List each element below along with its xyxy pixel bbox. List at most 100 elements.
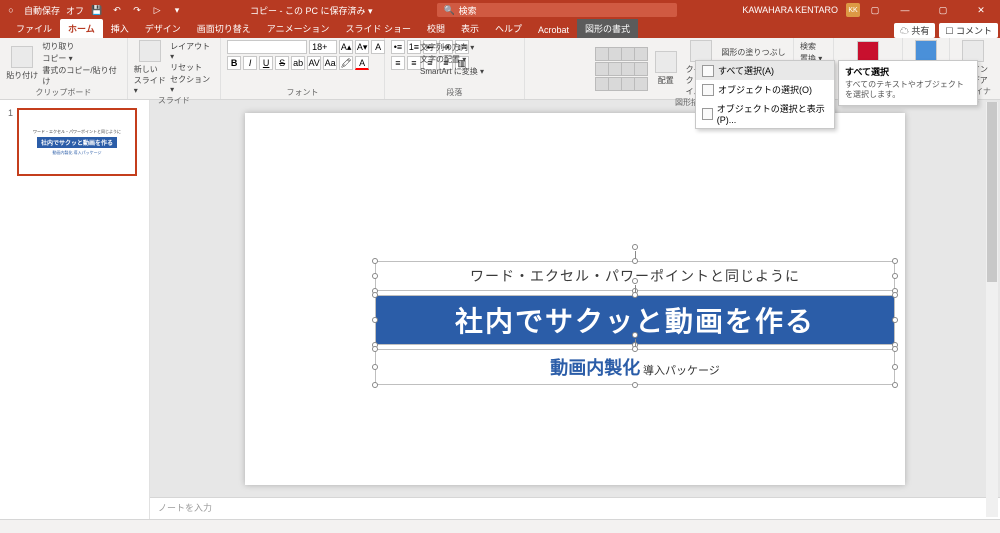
textbox-line3[interactable]: 動画内製化 導入パッケージ — [375, 349, 895, 385]
spacing-button[interactable]: AV — [307, 56, 321, 70]
section-button[interactable]: セクション ▾ — [170, 74, 214, 94]
slide-thumbnail-1[interactable]: ワード・エクセル・パワーポイントと同じように 社内でサクッと動画を作る 動画内製… — [17, 108, 137, 176]
notes-pane[interactable]: ノートを入力 — [150, 497, 1000, 519]
increase-font-icon[interactable]: A▴ — [339, 40, 353, 54]
font-size-select[interactable] — [309, 40, 337, 54]
rotate-handle-icon[interactable] — [632, 278, 638, 284]
menu-select-all[interactable]: すべて選択(A) — [696, 61, 834, 80]
handle-icon[interactable] — [372, 273, 378, 279]
copy-button[interactable]: コピー ▾ — [42, 53, 120, 64]
maximize-button[interactable]: ▢ — [928, 0, 958, 20]
case-button[interactable]: Aa — [323, 56, 337, 70]
search-box[interactable]: 🔍 検索 — [437, 3, 677, 17]
vertical-scrollbar[interactable] — [986, 102, 998, 517]
tab-shape-format[interactable]: 図形の書式 — [577, 19, 638, 38]
align-text-button[interactable]: 文字の配置 ▾ — [420, 54, 484, 65]
minimize-button[interactable]: — — [890, 0, 920, 20]
handle-icon[interactable] — [892, 258, 898, 264]
autosave-state: オフ — [66, 4, 84, 17]
underline-button[interactable]: U — [259, 56, 273, 70]
undo-icon[interactable]: ↶ — [110, 3, 124, 17]
menu-select-objects[interactable]: オブジェクトの選択(O) — [696, 80, 834, 99]
italic-button[interactable]: I — [243, 56, 257, 70]
save-icon[interactable]: 💾 — [90, 3, 104, 17]
tab-insert[interactable]: 挿入 — [103, 19, 137, 38]
handle-icon[interactable] — [372, 346, 378, 352]
user-name[interactable]: KAWAHARA KENTARO — [742, 5, 838, 15]
numbering-button[interactable]: 1≡ — [407, 40, 421, 54]
tab-home[interactable]: ホーム — [60, 19, 103, 38]
text-direction-button[interactable]: 文字列の方向 ▾ — [420, 42, 484, 53]
clear-format-icon[interactable]: A — [371, 40, 385, 54]
layout-button[interactable]: レイアウト ▾ — [170, 41, 214, 61]
handle-icon[interactable] — [892, 273, 898, 279]
tooltip-title: すべて選択 — [845, 65, 971, 78]
bold-button[interactable]: B — [227, 56, 241, 70]
tab-acrobat[interactable]: Acrobat — [530, 22, 577, 38]
handle-icon[interactable] — [892, 317, 898, 323]
share-button[interactable]: ☁ 共有 — [894, 23, 936, 38]
tooltip-body: すべてのテキストやオブジェクトを選択します。 — [845, 80, 971, 101]
tab-transitions[interactable]: 画面切り替え — [189, 19, 259, 38]
handle-icon[interactable] — [372, 317, 378, 323]
redo-icon[interactable]: ↷ — [130, 3, 144, 17]
handle-icon[interactable] — [632, 292, 638, 298]
tab-slideshow[interactable]: スライド ショー — [337, 19, 419, 38]
thumb-line2: 社内でサクッと動画を作る — [37, 137, 117, 148]
handle-icon[interactable] — [892, 382, 898, 388]
tab-animations[interactable]: アニメーション — [259, 19, 338, 38]
tab-help[interactable]: ヘルプ — [487, 19, 530, 38]
slide-edit-area[interactable]: ワード・エクセル・パワーポイントと同じように 社内でサクッと動画を作る — [150, 100, 1000, 519]
ribbon-tabs: ファイル ホーム 挿入 デザイン 画面切り替え アニメーション スライド ショー… — [0, 20, 1000, 38]
thumb-number: 1 — [8, 108, 13, 176]
handle-icon[interactable] — [632, 382, 638, 388]
align-center-icon[interactable]: ≡ — [407, 56, 421, 70]
highlight-button[interactable]: 🖍 — [339, 56, 353, 70]
qat-more-icon[interactable]: ▾ — [170, 3, 184, 17]
selected-shapes-group[interactable]: ワード・エクセル・パワーポイントと同じように 社内でサクッと動画を作る — [375, 261, 895, 389]
new-slide-button[interactable]: 新しい スライド ▾ — [134, 40, 166, 95]
handle-icon[interactable] — [892, 292, 898, 298]
user-avatar[interactable]: KK — [846, 3, 860, 17]
tab-review[interactable]: 校閲 — [419, 19, 453, 38]
align-left-icon[interactable]: ≡ — [391, 56, 405, 70]
paste-button[interactable]: 貼り付け — [6, 46, 38, 81]
slide-canvas[interactable]: ワード・エクセル・パワーポイントと同じように 社内でサクッと動画を作る — [245, 113, 905, 485]
handle-icon[interactable] — [892, 364, 898, 370]
handle-icon[interactable] — [632, 346, 638, 352]
document-name[interactable]: コピー - この PC に保存済み ▾ — [250, 4, 373, 17]
cut-button[interactable]: 切り取り — [42, 41, 120, 52]
shapes-gallery[interactable] — [595, 47, 646, 91]
slide-thumbnail-pane[interactable]: 1 ワード・エクセル・パワーポイントと同じように 社内でサクッと動画を作る 動画… — [0, 100, 150, 519]
font-name-select[interactable] — [227, 40, 307, 54]
autosave-toggle[interactable]: ○ — [4, 3, 18, 17]
handle-icon[interactable] — [632, 258, 638, 264]
menu-selection-pane[interactable]: オブジェクトの選択と表示(P)... — [696, 99, 834, 128]
ribbon-options-icon[interactable]: ▢ — [868, 3, 882, 17]
rotate-handle-icon[interactable] — [632, 244, 638, 250]
handle-icon[interactable] — [372, 382, 378, 388]
slideshow-start-icon[interactable]: ▷ — [150, 3, 164, 17]
rotate-handle-icon[interactable] — [632, 332, 638, 338]
reset-button[interactable]: リセット — [170, 62, 214, 73]
shadow-button[interactable]: ab — [291, 56, 305, 70]
scrollbar-thumb[interactable] — [987, 102, 997, 282]
handle-icon[interactable] — [892, 346, 898, 352]
tab-file[interactable]: ファイル — [8, 19, 60, 38]
close-button[interactable]: ✕ — [966, 0, 996, 20]
tab-design[interactable]: デザイン — [137, 19, 189, 38]
format-painter-button[interactable]: 書式のコピー/貼り付け — [42, 65, 120, 87]
bullets-button[interactable]: •≡ — [391, 40, 405, 54]
handle-icon[interactable] — [372, 258, 378, 264]
find-button[interactable]: 検索 — [800, 41, 827, 52]
slide-text-line3b: 導入パッケージ — [643, 365, 720, 377]
font-color-button[interactable]: A — [355, 56, 369, 70]
handle-icon[interactable] — [372, 364, 378, 370]
arrange-button[interactable]: 配置 — [650, 51, 682, 86]
smartart-button[interactable]: SmartArt に変換 ▾ — [420, 66, 484, 77]
handle-icon[interactable] — [372, 292, 378, 298]
strike-button[interactable]: S — [275, 56, 289, 70]
tab-view[interactable]: 表示 — [453, 19, 487, 38]
comments-button[interactable]: ☐ コメント — [939, 23, 998, 38]
decrease-font-icon[interactable]: A▾ — [355, 40, 369, 54]
